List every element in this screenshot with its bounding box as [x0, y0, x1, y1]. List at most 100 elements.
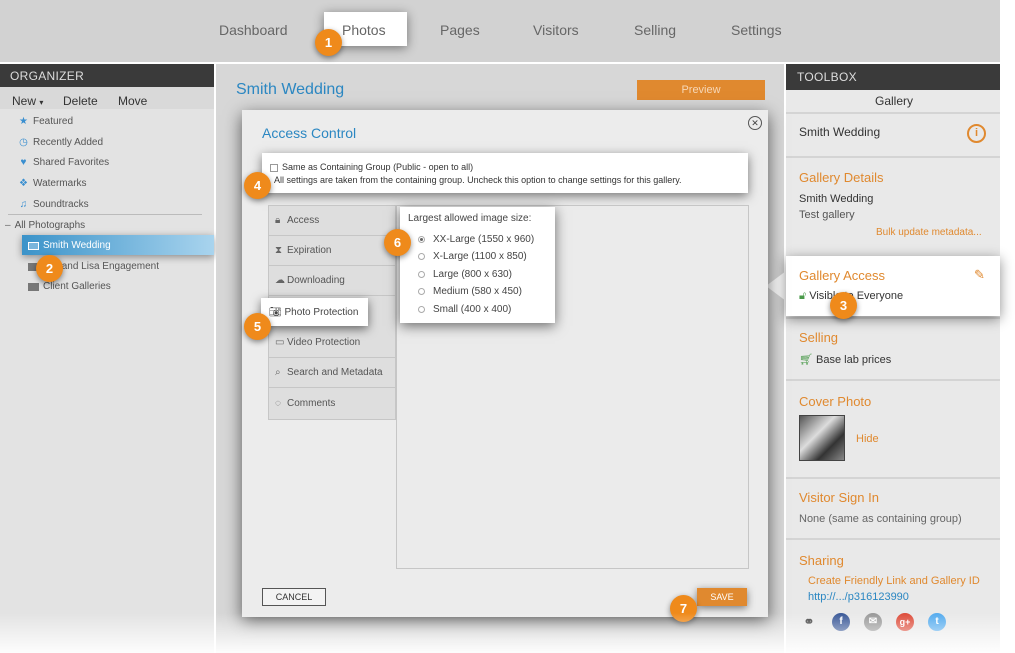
delete-button[interactable]: Delete [63, 94, 98, 108]
callout-badge: 6 [384, 229, 411, 256]
organizer-item-recently-added[interactable]: ◷ Recently Added [18, 137, 103, 148]
sharing-title[interactable]: Sharing [799, 553, 844, 568]
image-size-options: Largest allowed image size: XX-Large (15… [400, 207, 555, 323]
same-as-group-note: All settings are taken from the containi… [274, 175, 682, 185]
radio[interactable] [418, 270, 425, 278]
size-option-medium[interactable]: Medium (580 x 450) [418, 286, 522, 297]
organizer-header: ORGANIZER [0, 64, 214, 87]
tab-label: Video Protection [287, 337, 361, 348]
tab-pages[interactable]: Pages [440, 22, 480, 38]
same-as-group-checkbox[interactable] [270, 163, 278, 172]
item-label: Client Galleries [43, 281, 111, 292]
top-navigation: Dashboard Photos Pages Visitors Selling … [0, 0, 1000, 62]
unlock-icon: 🔓︎ [799, 290, 807, 302]
tab-comments[interactable]: ◌ Comments [269, 389, 395, 419]
sign-in-value: None (same as containing group) [799, 513, 962, 525]
cancel-button[interactable]: CANCEL [262, 588, 326, 606]
tab-downloading[interactable]: ☁ Downloading [269, 266, 395, 296]
tab-label: Downloading [287, 275, 345, 286]
divider [786, 379, 1000, 381]
move-button[interactable]: Move [118, 94, 147, 108]
divider [786, 538, 1000, 540]
tab-settings[interactable]: Settings [731, 22, 782, 38]
tab-video-protection[interactable]: ▭ Video Protection [269, 328, 395, 358]
size-option-xxlarge[interactable]: XX-Large (1550 x 960) [418, 234, 534, 245]
tab-photos[interactable]: Photos [342, 22, 386, 38]
item-label: Smith Wedding [43, 240, 111, 251]
toolbox-subtitle: Gallery [875, 94, 914, 108]
facebook-icon[interactable]: f [832, 613, 850, 631]
save-button[interactable]: SAVE [697, 588, 747, 606]
tab-dashboard[interactable]: Dashboard [219, 22, 288, 38]
cover-photo-thumbnail [799, 415, 845, 461]
heart-icon: ♥ [20, 157, 27, 168]
tab-label: Photo Protection [284, 307, 359, 318]
tree-item-client-galleries[interactable]: Client Galleries [28, 281, 111, 292]
item-label: Featured [33, 116, 74, 127]
gallery-details-title[interactable]: Gallery Details [799, 170, 884, 185]
dialog-title: Access Control [262, 125, 357, 141]
preview-button[interactable]: Preview [637, 80, 765, 100]
lock-icon: 🔒︎ [275, 215, 281, 226]
comment-icon: ◌ [275, 398, 281, 409]
selling-value: Base lab prices [816, 354, 892, 366]
organizer-item-watermarks[interactable]: ❖ Watermarks [18, 178, 87, 189]
tab-selling[interactable]: Selling [634, 22, 676, 38]
google-plus-icon[interactable]: g+ [896, 613, 914, 631]
email-icon[interactable]: ✉ [864, 613, 882, 631]
divider [786, 317, 1000, 319]
paw-icon: ❖ [19, 178, 28, 189]
radio[interactable] [418, 305, 425, 313]
selling-title[interactable]: Selling [799, 330, 838, 345]
link-icon[interactable]: ⚭ [800, 613, 818, 631]
callout-badge: 2 [36, 255, 63, 282]
option-label: Large (800 x 630) [433, 269, 512, 280]
clock-icon: ◷ [19, 137, 28, 148]
bulk-update-link[interactable]: Bulk update metadata... [876, 227, 982, 238]
item-label: Shared Favorites [33, 157, 110, 168]
radio[interactable] [418, 252, 425, 260]
visitor-sign-in-title[interactable]: Visitor Sign In [799, 490, 879, 505]
tab-search-metadata[interactable]: ⌕ Search and Metadata [269, 358, 395, 388]
organizer-item-shared-favorites[interactable]: ♥ Shared Favorites [18, 157, 110, 168]
callout-badge: 7 [670, 595, 697, 622]
tab-expiration[interactable]: ⧗ Expiration [269, 236, 395, 266]
friendly-link[interactable]: Create Friendly Link and Gallery ID [808, 575, 980, 587]
gallery-access-section[interactable]: Gallery Access ✎ 🔓︎ Visible to Everyone [786, 256, 1000, 316]
twitter-icon[interactable]: t [928, 613, 946, 631]
share-url[interactable]: http://.../p316123990 [808, 591, 909, 603]
cart-icon: 🛒︎ [799, 354, 813, 366]
music-note-icon: ♫ [19, 199, 28, 210]
pencil-icon[interactable]: ✎ [974, 267, 985, 283]
toolbox-panel: TOOLBOX Gallery Smith Wedding i Gallery … [786, 64, 1000, 653]
size-option-xlarge[interactable]: X-Large (1100 x 850) [418, 251, 527, 262]
cover-hide-link[interactable]: Hide [856, 433, 879, 445]
size-option-small[interactable]: Small (400 x 400) [418, 304, 511, 315]
cover-photo-title[interactable]: Cover Photo [799, 394, 871, 409]
option-label: XX-Large (1550 x 960) [433, 234, 535, 245]
tab-visitors[interactable]: Visitors [533, 22, 579, 38]
info-icon[interactable]: i [967, 124, 986, 143]
selling-row: 🛒︎ Base lab prices [799, 353, 891, 366]
divider [786, 156, 1000, 158]
organizer-panel: ORGANIZER New ▾ Delete Move ★ Featured ◷ R… [0, 64, 214, 653]
organizer-item-featured[interactable]: ★ Featured [18, 116, 73, 127]
same-as-group-row[interactable]: Same as Containing Group (Public - open … [270, 162, 473, 172]
size-label: Largest allowed image size: [408, 213, 532, 224]
toolbox-header: TOOLBOX [786, 64, 1000, 90]
cloud-download-icon: ☁ [275, 275, 285, 286]
page-title: Smith Wedding [236, 81, 345, 98]
radio-selected[interactable] [418, 235, 425, 243]
folder-icon [28, 282, 39, 291]
tab-photo-protection[interactable]: 📷︎ Photo Protection [261, 298, 368, 326]
tree-item-smith-wedding[interactable]: Smith Wedding [28, 240, 111, 251]
details-description: Test gallery [799, 209, 855, 221]
radio[interactable] [418, 287, 425, 295]
size-option-large[interactable]: Large (800 x 630) [418, 269, 512, 280]
all-photographs-node[interactable]: – All Photographs [5, 220, 85, 231]
camera-icon: 📷︎ [269, 307, 282, 318]
new-menu[interactable]: New ▾ [12, 94, 43, 108]
tab-access[interactable]: 🔒︎ Access [269, 206, 395, 236]
organizer-item-soundtracks[interactable]: ♫ Soundtracks [18, 199, 89, 210]
close-icon[interactable]: ✕ [748, 116, 762, 130]
